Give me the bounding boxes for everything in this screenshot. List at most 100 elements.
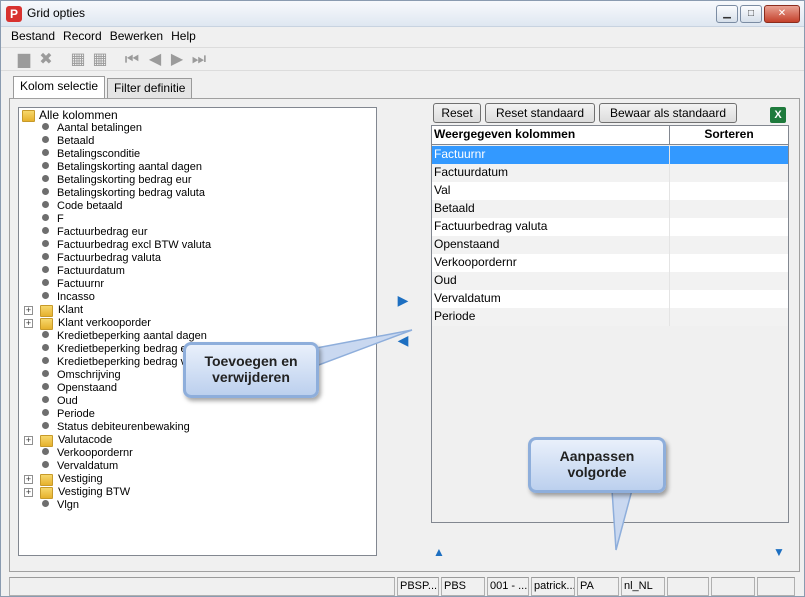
grid-row[interactable]: Vervaldatum xyxy=(432,290,788,308)
menu-bewerken[interactable]: Bewerken xyxy=(110,27,163,45)
tree-item[interactable]: Factuurnr xyxy=(42,278,104,291)
tree-item[interactable]: Factuurbedrag valuta xyxy=(42,252,161,265)
grid-cell-column-name: Periode xyxy=(432,308,670,326)
tab-strip: Kolom selectie Filter definitie xyxy=(13,76,194,99)
grid-cell-column-name: Factuurdatum xyxy=(432,164,670,182)
tree-item[interactable]: Openstaand xyxy=(42,382,117,395)
tab-kolom-selectie[interactable]: Kolom selectie xyxy=(13,76,106,99)
expand-toggle-icon[interactable]: + xyxy=(24,306,33,315)
grid-row[interactable]: Oud xyxy=(432,272,788,290)
grid-cell-sort[interactable] xyxy=(670,182,788,200)
save-icon[interactable]: ▦ xyxy=(69,51,87,69)
grid-cell-sort[interactable] xyxy=(670,308,788,326)
status-panel: PBS xyxy=(441,577,485,596)
grid-cell-column-name: Betaald xyxy=(432,200,670,218)
title-bar[interactable]: P Grid opties ▁ □ ✕ xyxy=(1,1,804,27)
grid-cell-sort[interactable] xyxy=(670,218,788,236)
grid-row[interactable]: Factuurbedrag valuta xyxy=(432,218,788,236)
tree-item[interactable]: Factuurdatum xyxy=(42,265,125,278)
tree-folder-item[interactable]: Vestiging xyxy=(58,473,103,486)
tree-item[interactable]: F xyxy=(42,213,64,226)
grid-row[interactable]: Betaald xyxy=(432,200,788,218)
menu-record[interactable]: Record xyxy=(63,27,102,45)
grid-cell-sort[interactable] xyxy=(670,164,788,182)
next-record-icon[interactable]: ▶ xyxy=(168,51,186,69)
previous-record-icon[interactable]: ◀ xyxy=(146,51,164,69)
reset-default-button[interactable]: Reset standaard xyxy=(485,103,595,123)
menu-help[interactable]: Help xyxy=(171,27,196,45)
column-tree[interactable]: Alle kolommen Aantal betalingen Betaald Be… xyxy=(18,107,377,556)
last-record-icon[interactable]: ⏭ xyxy=(190,51,208,69)
grid-cell-sort[interactable] xyxy=(670,290,788,308)
grid-cell-sort[interactable] xyxy=(670,146,788,164)
reset-button[interactable]: Reset xyxy=(433,103,481,123)
expand-toggle-icon[interactable]: + xyxy=(24,475,33,484)
tree-item[interactable]: Vervaldatum xyxy=(42,460,118,473)
status-panel xyxy=(711,577,755,596)
expand-toggle-icon[interactable]: + xyxy=(24,319,33,328)
grid-row[interactable]: Verkoopordernr xyxy=(432,254,788,272)
grid-row[interactable]: Val xyxy=(432,182,788,200)
tree-item[interactable]: Betalingsconditie xyxy=(42,148,140,161)
tree-folder-item[interactable]: Klant verkooporder xyxy=(58,317,151,330)
save-default-button[interactable]: Bewaar als standaard xyxy=(599,103,737,123)
maximize-button[interactable]: □ xyxy=(740,5,762,23)
new-document-icon[interactable]: ▆ xyxy=(15,51,33,69)
tree-folder-item[interactable]: Vestiging BTW xyxy=(58,486,130,499)
column-header-displayed[interactable]: Weergegeven kolommen xyxy=(432,126,670,144)
tree-item[interactable]: Vlgn xyxy=(42,499,79,512)
grid-row[interactable]: Periode xyxy=(432,308,788,326)
expand-toggle-icon[interactable]: + xyxy=(24,488,33,497)
first-record-icon[interactable]: ⏮ xyxy=(123,51,141,69)
add-column-arrow-icon[interactable]: ▶ xyxy=(396,292,410,308)
status-panel: PA xyxy=(577,577,619,596)
tree-item[interactable]: Kredietbeperking aantal dagen xyxy=(42,330,207,343)
tab-filter-definitie[interactable]: Filter definitie xyxy=(107,78,193,98)
folder-icon xyxy=(22,110,35,122)
folder-icon xyxy=(40,305,53,317)
tree-folder-item[interactable]: Klant xyxy=(58,304,83,317)
excel-export-icon[interactable]: X xyxy=(770,107,786,123)
grid-row[interactable]: Factuurnr xyxy=(432,146,788,164)
grid-cell-sort[interactable] xyxy=(670,236,788,254)
delete-icon[interactable]: ✖ xyxy=(37,51,55,69)
tree-item[interactable]: Oud xyxy=(42,395,78,408)
tree-item[interactable]: Factuurbedrag excl BTW valuta xyxy=(42,239,211,252)
expand-toggle-icon[interactable]: + xyxy=(24,436,33,445)
save-all-icon[interactable]: ▦ xyxy=(91,51,109,69)
tree-item[interactable]: Verkoopordernr xyxy=(42,447,133,460)
tree-item[interactable]: Omschrijving xyxy=(42,369,121,382)
tree-item[interactable]: Periode xyxy=(42,408,95,421)
tree-item[interactable]: Code betaald xyxy=(42,200,122,213)
close-button[interactable]: ✕ xyxy=(764,5,800,23)
move-up-arrow-icon[interactable]: ▲ xyxy=(432,544,446,560)
remove-column-arrow-icon[interactable]: ◀ xyxy=(396,332,410,348)
tree-item-label: Betalingskorting bedrag valuta xyxy=(57,187,205,199)
tree-item[interactable]: Incasso xyxy=(42,291,95,304)
tree-item[interactable]: Kredietbeperking bedrag eur xyxy=(42,343,196,356)
tree-item[interactable]: Status debiteurenbewaking xyxy=(42,421,190,434)
grid-cell-sort[interactable] xyxy=(670,254,788,272)
move-down-arrow-icon[interactable]: ▼ xyxy=(772,544,786,560)
minimize-button[interactable]: ▁ xyxy=(716,5,738,23)
tree-item[interactable]: Betalingskorting bedrag eur xyxy=(42,174,192,187)
column-header-sort[interactable]: Sorteren xyxy=(670,126,788,144)
grid-row[interactable]: Openstaand xyxy=(432,236,788,254)
menu-bestand[interactable]: Bestand xyxy=(11,27,55,45)
grid-row[interactable]: Factuurdatum xyxy=(432,164,788,182)
tree-item[interactable]: Factuurbedrag eur xyxy=(42,226,148,239)
tree-item[interactable]: Betalingskorting bedrag valuta xyxy=(42,187,205,200)
folder-icon xyxy=(40,435,53,447)
bullet-icon xyxy=(42,214,49,221)
bullet-icon xyxy=(42,253,49,260)
tree-item[interactable]: Betaald xyxy=(42,135,94,148)
window-title: Grid opties xyxy=(27,6,86,20)
tree-item-label: Kredietbeperking bedrag eur xyxy=(57,343,197,355)
tree-item-label: Factuurbedrag excl BTW valuta xyxy=(57,239,212,251)
tree-item[interactable]: Betalingskorting aantal dagen xyxy=(42,161,202,174)
tree-folder-item[interactable]: Valutacode xyxy=(58,434,112,447)
tree-root[interactable]: Alle kolommen xyxy=(39,109,118,122)
grid-cell-sort[interactable] xyxy=(670,272,788,290)
grid-cell-sort[interactable] xyxy=(670,200,788,218)
tree-item[interactable]: Aantal betalingen xyxy=(42,122,142,135)
